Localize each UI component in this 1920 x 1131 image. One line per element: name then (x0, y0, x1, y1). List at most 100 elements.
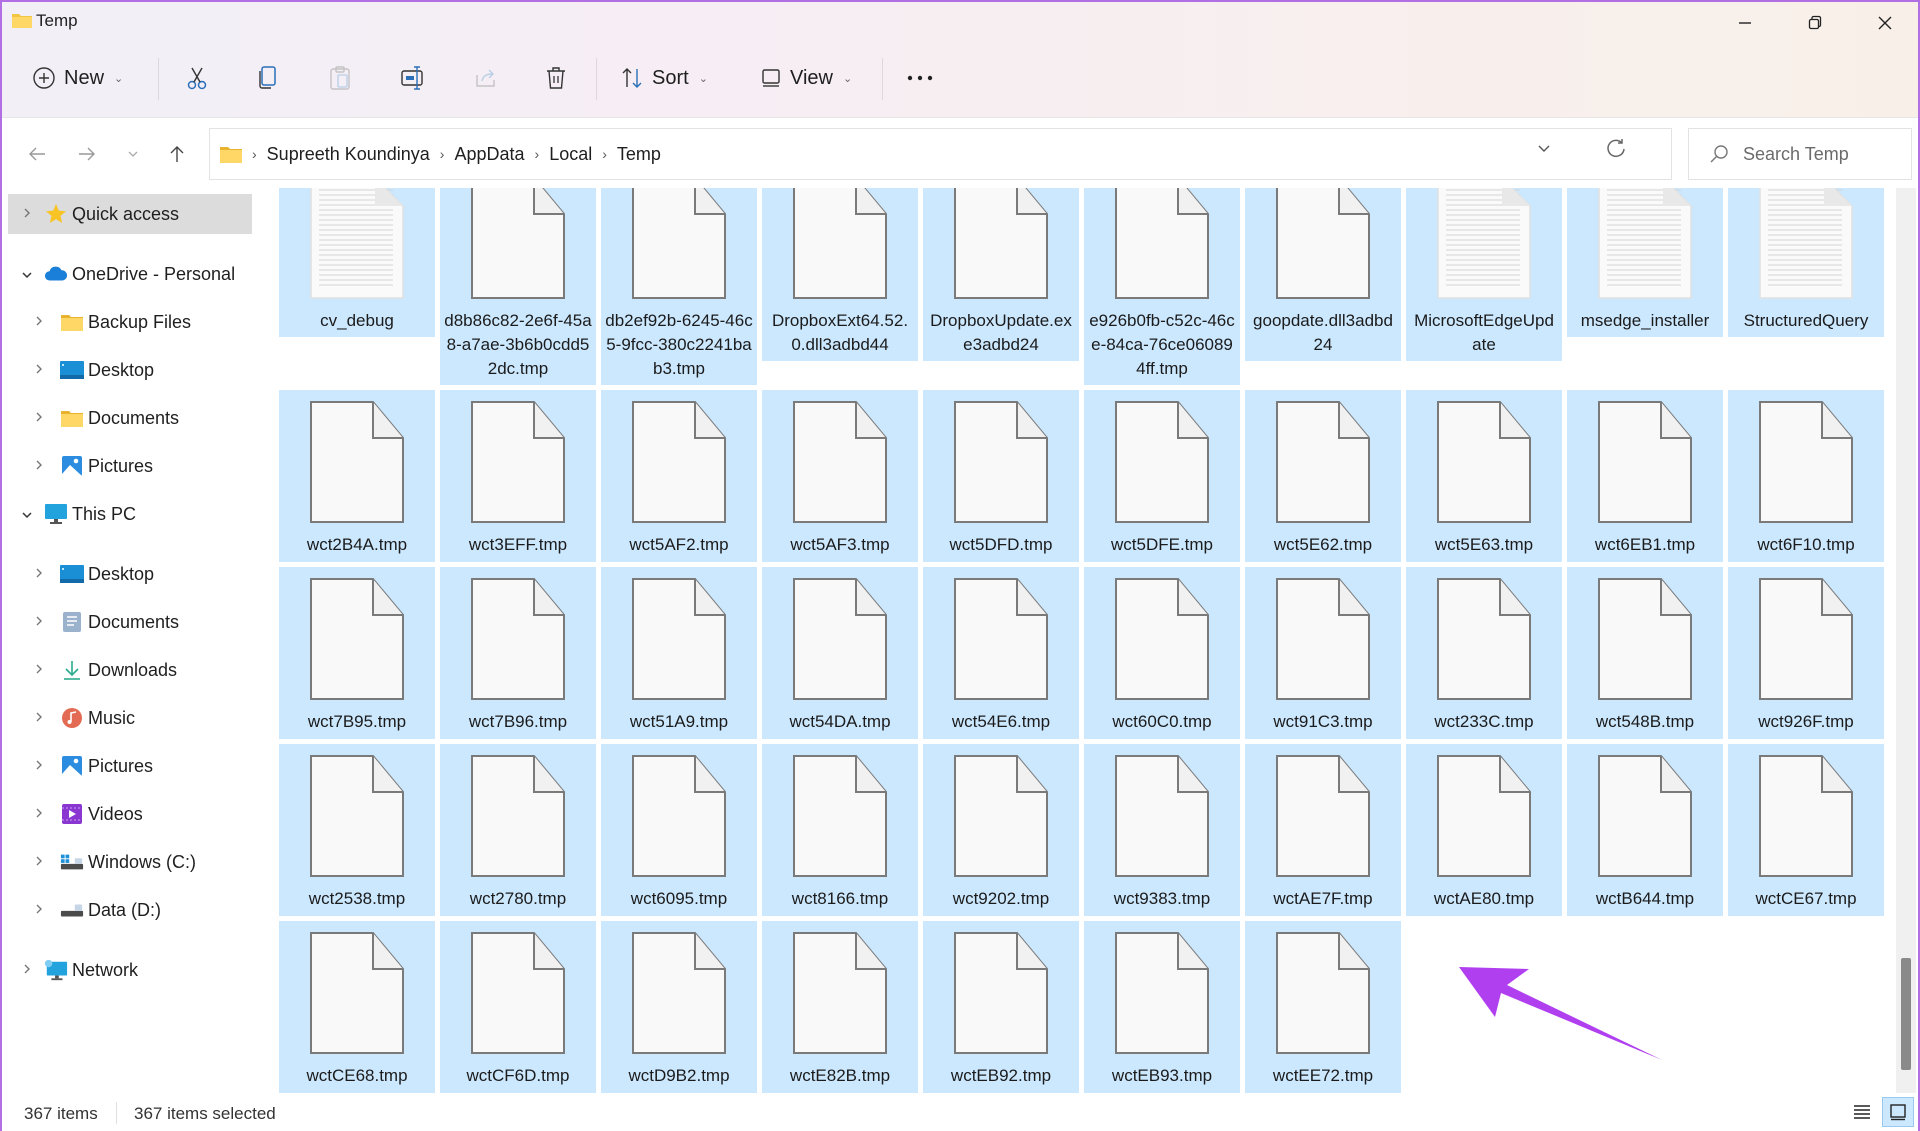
chevron-right-icon[interactable] (32, 711, 46, 726)
chevron-right-icon[interactable] (32, 411, 46, 426)
sidebar-item-pictures[interactable]: Pictures (2, 746, 257, 786)
refresh-button[interactable] (1605, 137, 1627, 165)
file-item[interactable]: wct7B95.tmp (279, 567, 435, 739)
file-item[interactable]: wctB644.tmp (1567, 744, 1723, 916)
chevron-right-icon[interactable] (32, 567, 46, 582)
file-item[interactable]: wctAE7F.tmp (1245, 744, 1401, 916)
file-item[interactable]: d8b86c82-2e6f-45a8-a7ae-3b6b0cdd52dc.tmp (440, 188, 596, 385)
file-item[interactable]: wctCE68.tmp (279, 921, 435, 1093)
paste-button[interactable] (328, 56, 352, 100)
search-input[interactable] (1743, 143, 1893, 165)
file-item[interactable]: wct926F.tmp (1728, 567, 1884, 739)
file-item[interactable]: wct9383.tmp (1084, 744, 1240, 916)
delete-button[interactable] (544, 56, 568, 100)
sidebar-item-documents[interactable]: Documents (2, 602, 257, 642)
file-item[interactable]: wct5E63.tmp (1406, 390, 1562, 562)
chevron-right-icon[interactable] (32, 315, 46, 330)
cut-button[interactable] (184, 56, 210, 100)
breadcrumb-item[interactable]: Supreeth Koundinya (267, 144, 430, 165)
file-item[interactable]: wctEE72.tmp (1245, 921, 1401, 1093)
breadcrumb-item[interactable]: Local (549, 144, 592, 165)
file-item[interactable]: wct60C0.tmp (1084, 567, 1240, 739)
breadcrumb-item[interactable]: Temp (617, 144, 661, 165)
details-view-button[interactable] (1846, 1097, 1878, 1127)
more-button[interactable] (906, 56, 934, 100)
file-item[interactable]: MicrosoftEdgeUpdate (1406, 188, 1562, 361)
address-dropdown-button[interactable] (1537, 141, 1551, 159)
file-item[interactable]: wctE82B.tmp (762, 921, 918, 1093)
forward-button[interactable] (72, 140, 102, 168)
file-item[interactable]: e926b0fb-c52c-46ce-84ca-76ce060894ff.tmp (1084, 188, 1240, 385)
file-item[interactable]: wct5AF3.tmp (762, 390, 918, 562)
file-item[interactable]: DropboxUpdate.exe3adbd24 (923, 188, 1079, 361)
sidebar-item-data-d[interactable]: Data (D:) (2, 890, 257, 930)
file-item[interactable]: wct5AF2.tmp (601, 390, 757, 562)
file-item[interactable]: wct5DFE.tmp (1084, 390, 1240, 562)
file-item[interactable]: wct5DFD.tmp (923, 390, 1079, 562)
file-item[interactable]: wctEB93.tmp (1084, 921, 1240, 1093)
file-item[interactable]: wct6EB1.tmp (1567, 390, 1723, 562)
chevron-down-icon[interactable] (20, 507, 34, 522)
view-button[interactable]: View ⌄ (760, 56, 852, 100)
file-item[interactable]: wct2B4A.tmp (279, 390, 435, 562)
file-item[interactable]: wct233C.tmp (1406, 567, 1562, 739)
chevron-right-icon[interactable] (32, 615, 46, 630)
file-item[interactable]: msedge_installer (1567, 188, 1723, 337)
close-button[interactable] (1858, 8, 1912, 38)
file-item[interactable]: wctCE67.tmp (1728, 744, 1884, 916)
sidebar-item-quick-access[interactable]: Quick access (8, 194, 252, 234)
sort-button[interactable]: Sort ⌄ (620, 56, 708, 100)
sidebar-item-music[interactable]: Music (2, 698, 257, 738)
sidebar-item-desktop[interactable]: Desktop (2, 350, 257, 390)
file-item[interactable]: wctCF6D.tmp (440, 921, 596, 1093)
chevron-right-icon[interactable] (20, 963, 34, 978)
vertical-scrollbar[interactable] (1896, 188, 1916, 1093)
file-item[interactable]: StructuredQuery (1728, 188, 1884, 337)
chevron-right-icon[interactable] (32, 459, 46, 474)
file-item[interactable]: wct6095.tmp (601, 744, 757, 916)
file-item[interactable]: wct91C3.tmp (1245, 567, 1401, 739)
sidebar-item-videos[interactable]: Videos (2, 794, 257, 834)
chevron-right-icon[interactable] (32, 663, 46, 678)
file-item[interactable]: wct2538.tmp (279, 744, 435, 916)
up-button[interactable] (162, 140, 192, 168)
file-item[interactable]: wct7B96.tmp (440, 567, 596, 739)
minimize-button[interactable] (1718, 8, 1772, 38)
file-item[interactable]: wct8166.tmp (762, 744, 918, 916)
breadcrumb-item[interactable]: AppData (454, 144, 524, 165)
file-item[interactable]: wct9202.tmp (923, 744, 1079, 916)
chevron-right-icon[interactable] (32, 807, 46, 822)
file-item[interactable]: wctEB92.tmp (923, 921, 1079, 1093)
sidebar-item-windows-c[interactable]: Windows (C:) (2, 842, 257, 882)
copy-button[interactable] (256, 56, 280, 100)
file-item[interactable]: wct2780.tmp (440, 744, 596, 916)
address-bar[interactable]: › Supreeth Koundinya › AppData › Local ›… (209, 128, 1672, 180)
chevron-right-icon[interactable] (32, 903, 46, 918)
file-item[interactable]: DropboxExt64.52.0.dll3adbd44 (762, 188, 918, 361)
sidebar-item-this-pc[interactable]: This PC (2, 494, 257, 534)
sidebar-item-downloads[interactable]: Downloads (2, 650, 257, 690)
file-item[interactable]: cv_debug (279, 188, 435, 337)
chevron-right-icon[interactable] (32, 363, 46, 378)
sidebar-item-documents[interactable]: Documents (2, 398, 257, 438)
file-item[interactable]: wct54E6.tmp (923, 567, 1079, 739)
file-item[interactable]: goopdate.dll3adbd24 (1245, 188, 1401, 361)
sidebar-item-onedrive-personal[interactable]: OneDrive - Personal (2, 254, 257, 294)
chevron-down-icon[interactable] (20, 267, 34, 282)
file-item[interactable]: db2ef92b-6245-46c5-9fcc-380c2241bab3.tmp (601, 188, 757, 385)
file-item[interactable]: wctD9B2.tmp (601, 921, 757, 1093)
file-item[interactable]: wct5E62.tmp (1245, 390, 1401, 562)
file-item[interactable]: wct548B.tmp (1567, 567, 1723, 739)
scrollbar-thumb[interactable] (1901, 958, 1911, 1070)
chevron-right-icon[interactable] (32, 855, 46, 870)
sidebar-item-backup-files[interactable]: Backup Files (2, 302, 257, 342)
rename-button[interactable] (400, 56, 426, 100)
sidebar-item-desktop[interactable]: Desktop (2, 554, 257, 594)
chevron-right-icon[interactable] (32, 759, 46, 774)
chevron-right-icon[interactable] (20, 207, 34, 222)
share-button[interactable] (474, 56, 498, 100)
file-item[interactable]: wct6F10.tmp (1728, 390, 1884, 562)
restore-button[interactable] (1788, 8, 1842, 38)
new-button[interactable]: New ⌄ (32, 56, 123, 100)
file-item[interactable]: wct51A9.tmp (601, 567, 757, 739)
